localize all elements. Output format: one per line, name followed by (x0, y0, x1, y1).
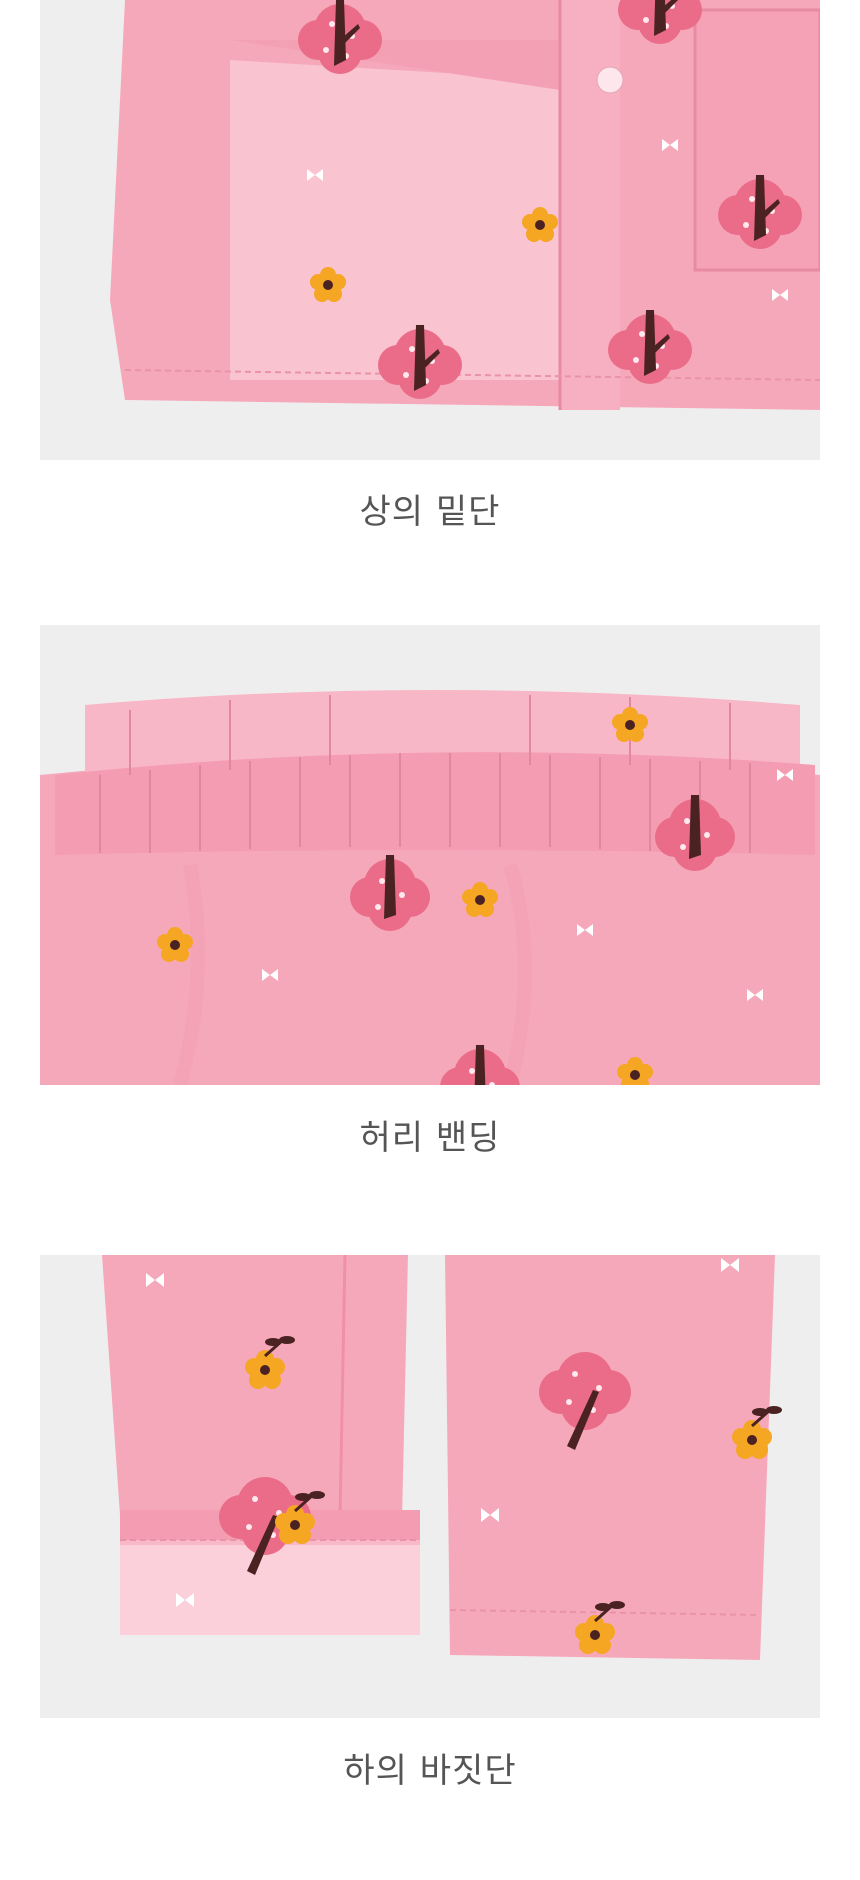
top-hem-illustration (40, 0, 820, 460)
waistband-illustration (40, 625, 820, 1085)
section-caption-waistband: 허리 밴딩 (359, 1118, 501, 1158)
top-hem-photo (40, 0, 820, 460)
waistband-photo (40, 625, 820, 1085)
pant-cuff-photo (40, 1255, 820, 1718)
section-caption-pant-cuff: 하의 바짓단 (343, 1751, 517, 1791)
section-caption-top-hem: 상의 밑단 (359, 492, 501, 532)
pant-cuff-illustration (40, 1255, 820, 1718)
